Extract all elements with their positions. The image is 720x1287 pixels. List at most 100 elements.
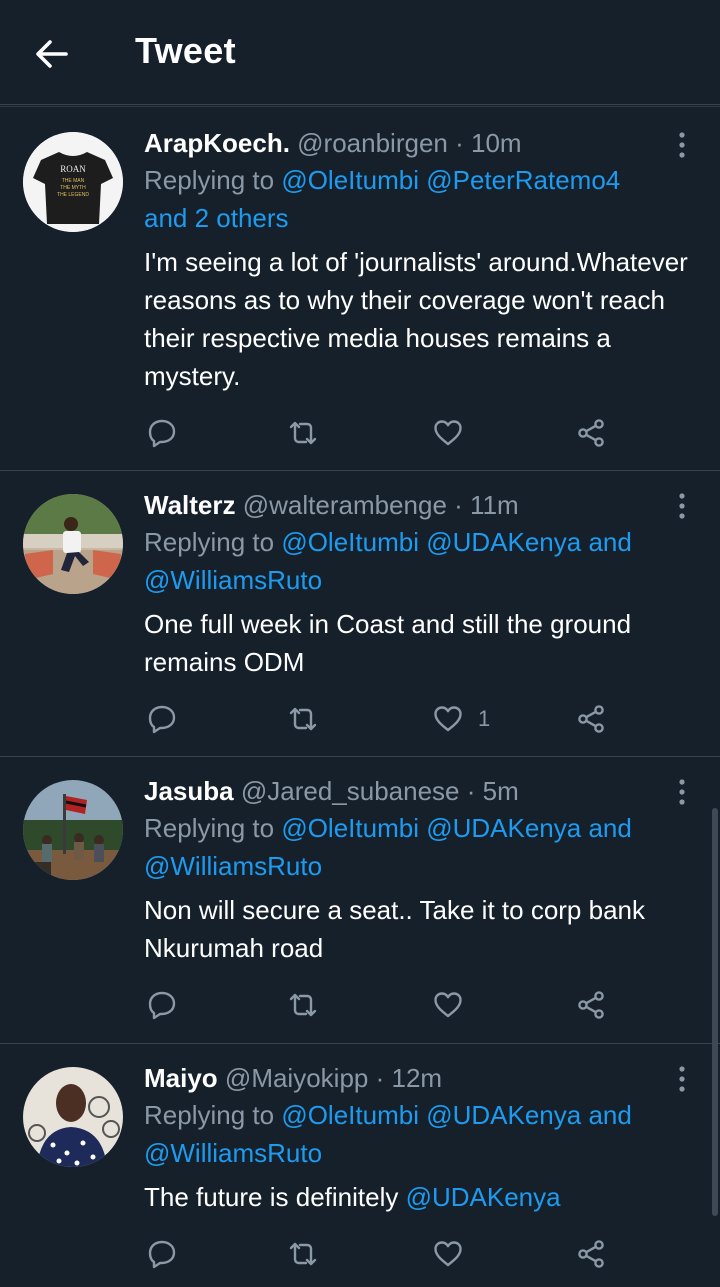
mention-link[interactable]: @UDAKenya <box>426 527 581 557</box>
more-options-button[interactable] <box>672 491 692 521</box>
tweet-time[interactable]: 5m <box>483 776 519 806</box>
retweet-icon <box>289 707 317 731</box>
mention-link[interactable]: @OleItumbi <box>281 813 419 843</box>
avatar-photo-image <box>23 494 123 594</box>
tweet-meta: ArapKoech. @roanbirgen · 10m <box>144 126 692 160</box>
avatar-photo-image <box>23 1067 123 1167</box>
mention-link[interactable]: @UDAKenya <box>426 1100 581 1130</box>
tweet-item[interactable]: Jasuba @Jared_subanese · 5m Replying to … <box>0 757 720 1044</box>
mention-link[interactable]: @WilliamsRuto <box>144 1138 322 1168</box>
tweet-actions <box>144 985 624 1025</box>
avatar[interactable] <box>23 780 123 880</box>
tweet-text: One full week in Coast and still the gro… <box>144 609 632 677</box>
arrow-left-icon <box>36 40 68 68</box>
retweet-button[interactable] <box>287 413 319 453</box>
tweet-text: Non will secure a seat.. Take it to corp… <box>144 895 645 963</box>
mention-link[interactable]: @WilliamsRuto <box>144 851 322 881</box>
tweet-item[interactable]: Maiyo @Maiyokipp · 12m Replying to @OleI… <box>0 1044 720 1287</box>
meta-separator: · <box>455 128 464 158</box>
meta-separator: · <box>375 1063 385 1093</box>
share-icon <box>578 419 604 447</box>
mention-link[interactable]: @UDAKenya <box>426 813 581 843</box>
header-divider <box>0 106 720 107</box>
heart-icon <box>434 420 462 446</box>
user-handle[interactable]: @walterambenge <box>243 490 447 520</box>
tweet-meta: Walterz @walterambenge · 11m <box>144 488 692 522</box>
mention-link[interactable]: @OleItumbi <box>281 1100 419 1130</box>
like-button[interactable] <box>432 1234 478 1274</box>
and-text: and <box>588 1100 632 1130</box>
more-options-button[interactable] <box>672 130 692 160</box>
avatar[interactable] <box>23 1067 123 1167</box>
user-handle[interactable]: @Jared_subanese <box>241 776 460 806</box>
avatar[interactable]: ROAN THE MAN THE MYTH THE LEGEND <box>23 132 123 232</box>
replying-prefix: Replying to <box>144 1100 282 1130</box>
heart-icon <box>434 992 462 1018</box>
retweet-button[interactable] <box>287 1234 319 1274</box>
shirt-text-line: THE MAN <box>62 178 85 184</box>
avatar-photo-image <box>23 780 123 880</box>
mention-link[interactable]: @OleItumbi <box>281 527 419 557</box>
replying-to: Replying to @OleItumbi @PeterRatemo4 and… <box>144 161 692 237</box>
tweet-body: Maiyo @Maiyokipp · 12m Replying to @OleI… <box>144 1061 692 1216</box>
reply-button[interactable] <box>146 1234 178 1274</box>
share-button[interactable] <box>575 413 607 453</box>
like-count: 1 <box>478 706 491 731</box>
tweet-time[interactable]: 11m <box>470 490 519 520</box>
tweet-text-prefix: The future is definitely <box>144 1182 406 1212</box>
reply-button[interactable] <box>146 699 178 739</box>
avatar[interactable] <box>23 494 123 594</box>
back-button[interactable] <box>30 34 74 74</box>
avatar-tshirt-image: ROAN THE MAN THE MYTH THE LEGEND <box>23 132 123 232</box>
retweet-button[interactable] <box>287 699 319 739</box>
share-icon <box>578 705 604 733</box>
tweet-actions <box>144 413 624 453</box>
reply-button[interactable] <box>146 985 178 1025</box>
tweet-time[interactable]: 12m <box>392 1063 443 1093</box>
share-button[interactable] <box>575 985 607 1025</box>
like-button[interactable]: 1 <box>432 699 490 739</box>
display-name[interactable]: Jasuba <box>144 776 234 806</box>
reply-button[interactable] <box>146 413 178 453</box>
display-name[interactable]: Walterz <box>144 490 236 520</box>
mention-link[interactable]: @WilliamsRuto <box>144 565 322 595</box>
mention-link[interactable]: @OleItumbi <box>281 165 419 195</box>
replying-prefix: Replying to <box>144 813 282 843</box>
share-icon <box>578 1240 604 1268</box>
scrollbar[interactable] <box>712 808 718 1216</box>
more-vertical-icon <box>679 779 685 805</box>
shirt-text-line: THE LEGEND <box>57 192 89 198</box>
more-options-button[interactable] <box>672 1064 692 1094</box>
others-link[interactable]: and 2 others <box>144 203 289 233</box>
reply-icon <box>148 991 176 1020</box>
replying-prefix: Replying to <box>144 165 282 195</box>
tweet-item[interactable]: ROAN THE MAN THE MYTH THE LEGEND ArapKoe… <box>0 108 720 471</box>
tweet-actions: 1 <box>144 699 624 739</box>
tweet-time[interactable]: 10m <box>471 128 522 158</box>
mention-link[interactable]: @UDAKenya <box>406 1182 561 1212</box>
user-handle[interactable]: @roanbirgen <box>297 128 448 158</box>
share-icon <box>578 991 604 1019</box>
retweet-icon <box>289 421 317 445</box>
like-button[interactable] <box>432 985 478 1025</box>
and-text: and <box>588 813 632 843</box>
share-button[interactable] <box>575 699 607 739</box>
like-button[interactable] <box>432 413 478 453</box>
shirt-text-line: ROAN <box>60 164 86 174</box>
heart-icon <box>434 706 462 732</box>
more-options-button[interactable] <box>672 777 692 807</box>
tweet-body: Walterz @walterambenge · 11m Replying to… <box>144 488 692 681</box>
retweet-button[interactable] <box>287 985 319 1025</box>
user-handle[interactable]: @Maiyokipp <box>225 1063 368 1093</box>
page-title: Tweet <box>135 30 236 71</box>
mention-link[interactable]: @PeterRatemo4 <box>426 165 620 195</box>
share-button[interactable] <box>575 1234 607 1274</box>
and-text: and <box>588 527 632 557</box>
tweet-body: ArapKoech. @roanbirgen · 10m Replying to… <box>144 126 692 395</box>
tweet-meta: Jasuba @Jared_subanese · 5m <box>144 774 692 808</box>
display-name[interactable]: ArapKoech. <box>144 128 290 158</box>
top-app-bar: Tweet <box>0 0 720 105</box>
tweet-item[interactable]: Walterz @walterambenge · 11m Replying to… <box>0 471 720 757</box>
tweet-meta: Maiyo @Maiyokipp · 12m <box>144 1061 692 1095</box>
display-name[interactable]: Maiyo <box>144 1063 218 1093</box>
